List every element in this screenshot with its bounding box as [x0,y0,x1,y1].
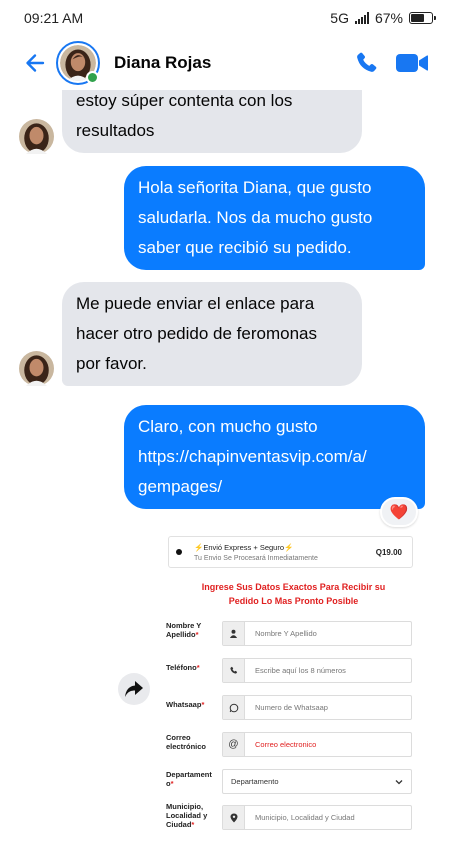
field-label-line: Ciudad [166,820,192,829]
message-bubble-incoming[interactable]: Me puede enviar el enlace para hacer otr… [62,282,362,386]
shipping-price: Q19.00 [375,548,402,557]
form-heading-line: Pedido Lo Mas Pronto Posible [228,596,359,606]
form-heading-line: Ingrese Sus Datos Exactos Para Recibir s… [201,582,386,592]
field-label: Correo electrónico [166,733,220,751]
network-label: 5G [330,10,349,26]
email-input: @ Correo electronico [222,732,412,757]
contact-avatar-small [19,119,54,154]
field-label-line: Whatsaap [166,700,202,709]
field-placeholder: Escribe aquí los 8 números [255,666,346,675]
status-time: 09:21 AM [24,10,84,26]
contact-name[interactable]: Diana Rojas [114,53,346,73]
whatsapp-icon [223,696,245,719]
message-line: saber que recibió su pedido. [138,238,352,257]
field-label-line: Departament [166,770,212,779]
contact-avatar[interactable] [56,41,100,85]
field-label-line: Nombre Y [166,621,202,630]
field-label-line: Correo [166,733,191,742]
field-label-line: Teléfono [166,663,197,672]
chat-header: Diana Rojas [0,36,450,90]
heart-reaction: ❤️ [389,503,409,521]
forward-button[interactable] [118,673,150,705]
form-heading: Ingrese Sus Datos Exactos Para Recibir s… [162,580,425,608]
signal-icon [354,12,369,24]
message-link-line[interactable]: gempages/ [138,472,411,502]
status-indicators: 5G 67% [330,10,436,26]
shipping-subtitle: Tu Envio Se Procesará Inmediatamente [194,555,318,562]
field-placeholder: Numero de Whatsaap [255,703,328,712]
video-camera-icon [396,54,428,72]
field-label-line: electrónico [166,742,207,751]
message-line: hacer otro pedido de feromonas [76,324,317,343]
field-placeholder: Nombre Y Apellido [255,629,317,638]
arrow-left-icon [26,54,45,72]
chevron-down-icon [395,779,403,784]
share-forward-icon [125,681,143,697]
phone-input: Escribe aquí los 8 números [222,658,412,683]
name-input: Nombre Y Apellido [222,621,412,646]
shipping-title: ⚡Envió Express + Seguro⚡ [194,543,294,552]
reaction-badge[interactable]: ❤️ [380,497,418,527]
online-status-dot [86,71,99,84]
location-pin-icon [223,806,245,829]
contact-avatar-small [19,351,54,386]
field-label: Whatsaap* [166,700,205,709]
call-button[interactable] [346,43,386,83]
status-bar: 09:21 AM 5G 67% [0,0,450,36]
user-icon [223,622,245,645]
field-label: Municipio, Localidad y Ciudad* [166,802,220,829]
video-call-button[interactable] [392,43,432,83]
message-line: estoy súper contenta con los [76,91,293,110]
message-line: Claro, con mucho gusto [138,417,318,436]
battery-label: 67% [374,10,403,26]
message-link-line[interactable]: https://chapinventasvip.com/a/ [138,442,411,472]
phone-icon [357,52,377,72]
field-placeholder: Departamento [231,777,279,786]
message-line: saludarla. Nos da mucho gusto [138,208,373,227]
field-label-line: Apellido [166,630,196,639]
field-placeholder: Municipio, Localidad y Ciudad [255,813,355,822]
field-label: Nombre Y Apellido* [166,621,220,639]
field-label: Teléfono* [166,663,200,672]
shipping-option: ⚡Envió Express + Seguro⚡ Tu Envio Se Pro… [168,536,413,568]
message-line: Me puede enviar el enlace para [76,294,315,313]
at-icon: @ [223,733,245,756]
message-bubble-outgoing[interactable]: Claro, con mucho gusto https://chapinven… [124,405,425,509]
whatsapp-input: Numero de Whatsaap [222,695,412,720]
message-line: por favor. [76,354,147,373]
back-button[interactable] [18,46,52,80]
field-label: Departament o* [166,770,220,788]
message-bubble-incoming[interactable]: estoy súper contenta con los resultados [62,90,362,153]
phone-icon [223,659,245,682]
field-label-line: Municipio, [166,802,204,811]
message-bubble-outgoing[interactable]: Hola señorita Diana, que gusto saludarla… [124,166,425,270]
radio-selected-icon [176,549,182,555]
shared-image[interactable]: ⚡Envió Express + Seguro⚡ Tu Envio Se Pro… [162,530,425,860]
municipality-input: Municipio, Localidad y Ciudad [222,805,412,830]
message-line: Hola señorita Diana, que gusto [138,178,372,197]
message-line: resultados [76,121,155,140]
department-select: Departamento [222,769,412,794]
field-label-line: Localidad y [166,811,208,820]
message-list[interactable]: estoy súper contenta con los resultados … [0,90,450,863]
field-placeholder: Correo electronico [255,740,317,749]
battery-icon [409,12,436,24]
